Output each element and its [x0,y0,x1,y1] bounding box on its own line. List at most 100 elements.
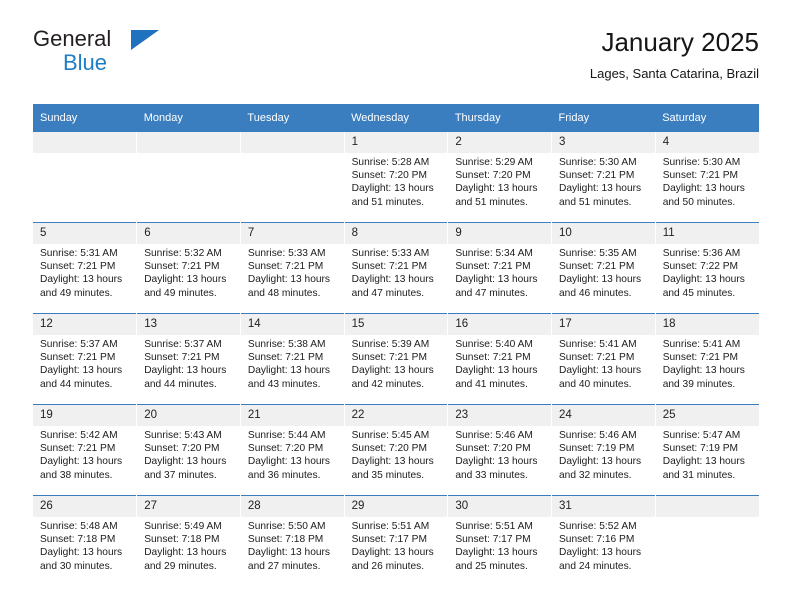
daylight-text-line1: Daylight: 13 hours [559,365,642,377]
sunset-text: Sunset: 7:21 PM [144,352,220,364]
daylight-text-line1: Daylight: 13 hours [40,365,123,377]
day-sun-info: Sunrise: 5:32 AM Sunset: 7:21 PM Daylight:… [137,244,240,300]
calendar-day-cell[interactable]: 31 Sunrise: 5:52 AM Sunset: 7:16 PM Dayligh… [551,495,656,586]
sunset-text: Sunset: 7:21 PM [40,261,116,273]
calendar-day-cell[interactable]: 2 Sunrise: 5:29 AM Sunset: 7:20 PM Daylight… [447,132,553,223]
day-number: 20 [137,405,240,426]
title-block: January 2025 Lages, Santa Catarina, Braz… [590,26,759,84]
day-sun-info: Sunrise: 5:50 AM Sunset: 7:18 PM Daylight:… [241,517,344,573]
calendar-day-cell[interactable]: 18 Sunrise: 5:41 AM Sunset: 7:21 PM Dayligh… [655,313,759,405]
daylight-text-line2: and 35 minutes. [351,469,425,481]
sunset-text: Sunset: 7:21 PM [40,443,116,455]
daylight-text-line2: and 43 minutes. [247,378,321,390]
sunset-text: Sunset: 7:21 PM [144,261,220,273]
daylight-text-line2: and 29 minutes. [144,560,217,572]
sunrise-text: Sunrise: 5:31 AM [40,248,118,259]
calendar-day-cell[interactable]: 13 Sunrise: 5:37 AM Sunset: 7:21 PM Dayligh… [136,313,241,405]
daylight-text-line1: Daylight: 13 hours [455,183,538,195]
calendar-day-cell[interactable]: 19 Sunrise: 5:42 AM Sunset: 7:21 PM Dayligh… [33,404,138,496]
calendar-day-cell-empty [136,132,241,223]
calendar-day-cell[interactable]: 24 Sunrise: 5:46 AM Sunset: 7:19 PM Dayligh… [551,404,656,496]
sunrise-text: Sunrise: 5:33 AM [351,248,430,259]
sunrise-text: Sunrise: 5:43 AM [144,430,222,441]
calendar-day-cell[interactable]: 9 Sunrise: 5:34 AM Sunset: 7:21 PM Daylight… [447,222,553,314]
calendar-day-cell[interactable]: 7 Sunrise: 5:33 AM Sunset: 7:21 PM Daylight… [240,222,345,314]
day-number: 12 [33,314,137,335]
calendar-day-cell[interactable]: 21 Sunrise: 5:44 AM Sunset: 7:20 PM Dayligh… [240,404,345,496]
calendar-day-cell[interactable]: 4 Sunrise: 5:30 AM Sunset: 7:21 PM Daylight… [655,132,759,223]
calendar-day-cell[interactable]: 6 Sunrise: 5:32 AM Sunset: 7:21 PM Daylight… [136,222,241,314]
calendar-week-row: 5 Sunrise: 5:31 AM Sunset: 7:21 PM Daylight… [33,222,759,314]
sunset-text: Sunset: 7:16 PM [559,534,635,546]
calendar-day-cell[interactable]: 22 Sunrise: 5:45 AM Sunset: 7:20 PM Dayligh… [344,404,449,496]
calendar-day-cell[interactable]: 26 Sunrise: 5:48 AM Sunset: 7:18 PM Dayligh… [33,495,138,586]
day-sun-info: Sunrise: 5:33 AM Sunset: 7:21 PM Daylight:… [345,244,448,300]
day-sun-info: Sunrise: 5:52 AM Sunset: 7:16 PM Daylight:… [552,517,655,573]
calendar-day-cell[interactable]: 28 Sunrise: 5:50 AM Sunset: 7:18 PM Dayligh… [240,495,345,586]
calendar-day-cell[interactable]: 17 Sunrise: 5:41 AM Sunset: 7:21 PM Dayligh… [551,313,656,405]
day-number: 19 [33,405,137,426]
sunset-text: Sunset: 7:20 PM [455,170,531,182]
day-number: 9 [448,223,552,244]
calendar-day-cell[interactable]: 29 Sunrise: 5:51 AM Sunset: 7:17 PM Dayligh… [344,495,449,586]
sunrise-text: Sunrise: 5:42 AM [40,430,118,441]
daylight-text-line1: Daylight: 13 hours [455,365,538,377]
sunset-text: Sunset: 7:21 PM [662,170,739,182]
daylight-text-line2: and 46 minutes. [559,287,632,299]
day-number: 5 [33,223,137,244]
sunrise-text: Sunrise: 5:44 AM [247,430,326,441]
calendar-day-cell[interactable]: 14 Sunrise: 5:38 AM Sunset: 7:21 PM Dayligh… [240,313,345,405]
sunset-text: Sunset: 7:20 PM [351,170,427,182]
day-sun-info: Sunrise: 5:48 AM Sunset: 7:18 PM Daylight:… [33,517,136,573]
day-sun-info: Sunrise: 5:41 AM Sunset: 7:21 PM Daylight:… [552,335,655,391]
calendar-day-cell[interactable]: 11 Sunrise: 5:36 AM Sunset: 7:22 PM Dayligh… [655,222,759,314]
generalblue-logo[interactable]: General Blue [33,26,273,82]
daylight-text-line2: and 47 minutes. [351,287,425,299]
daylight-text-line2: and 49 minutes. [144,287,217,299]
calendar-day-cell[interactable]: 30 Sunrise: 5:51 AM Sunset: 7:17 PM Dayligh… [447,495,553,586]
weekday-header-saturday: Saturday [655,104,759,132]
calendar-day-cell[interactable]: 10 Sunrise: 5:35 AM Sunset: 7:21 PM Dayligh… [551,222,656,314]
day-sun-info: Sunrise: 5:46 AM Sunset: 7:20 PM Daylight:… [448,426,551,482]
daylight-text-line1: Daylight: 13 hours [144,274,227,286]
calendar-day-cell[interactable]: 25 Sunrise: 5:47 AM Sunset: 7:19 PM Dayligh… [655,404,759,496]
day-number [240,132,344,153]
day-number: 27 [137,496,240,517]
day-sun-info: Sunrise: 5:44 AM Sunset: 7:20 PM Daylight:… [241,426,344,482]
day-number: 18 [655,314,759,335]
sunrise-text: Sunrise: 5:40 AM [455,339,533,350]
sunset-text: Sunset: 7:21 PM [247,352,324,364]
day-number: 11 [655,223,759,244]
calendar-day-cell[interactable]: 27 Sunrise: 5:49 AM Sunset: 7:18 PM Dayligh… [136,495,241,586]
day-sun-info: Sunrise: 5:45 AM Sunset: 7:20 PM Daylight:… [345,426,448,482]
day-number [33,132,137,153]
calendar-day-cell[interactable]: 23 Sunrise: 5:46 AM Sunset: 7:20 PM Dayligh… [447,404,553,496]
sunset-text: Sunset: 7:20 PM [247,443,324,455]
daylight-text-line2: and 48 minutes. [247,287,321,299]
daylight-text-line2: and 41 minutes. [455,378,528,390]
daylight-text-line1: Daylight: 13 hours [40,547,123,559]
sunset-text: Sunset: 7:19 PM [662,443,739,455]
day-number: 16 [448,314,552,335]
calendar-day-cell[interactable]: 1 Sunrise: 5:28 AM Sunset: 7:20 PM Daylight… [344,132,449,223]
day-sun-info: Sunrise: 5:47 AM Sunset: 7:19 PM Daylight:… [656,426,759,482]
calendar-day-cell[interactable]: 16 Sunrise: 5:40 AM Sunset: 7:21 PM Dayligh… [447,313,553,405]
calendar-day-cell[interactable]: 15 Sunrise: 5:39 AM Sunset: 7:21 PM Dayligh… [344,313,449,405]
calendar-day-cell[interactable]: 20 Sunrise: 5:43 AM Sunset: 7:20 PM Dayligh… [136,404,241,496]
sunset-text: Sunset: 7:20 PM [144,443,220,455]
logo-text-general: General [33,26,112,51]
sunrise-text: Sunrise: 5:34 AM [455,248,533,259]
day-sun-info: Sunrise: 5:35 AM Sunset: 7:21 PM Daylight:… [552,244,655,300]
day-number: 23 [448,405,552,426]
sunrise-text: Sunrise: 5:46 AM [559,430,637,441]
calendar-header-row: Sunday Monday Tuesday Wednesday Thursday… [33,104,759,132]
sunset-text: Sunset: 7:21 PM [351,261,427,273]
weekday-header-monday: Monday [136,104,241,132]
calendar-day-cell[interactable]: 3 Sunrise: 5:30 AM Sunset: 7:21 PM Daylight… [551,132,656,223]
calendar-day-cell[interactable]: 5 Sunrise: 5:31 AM Sunset: 7:21 PM Daylight… [33,222,138,314]
page-title: January 2025 [601,27,759,57]
calendar-day-cell[interactable]: 12 Sunrise: 5:37 AM Sunset: 7:21 PM Dayligh… [33,313,138,405]
daylight-text-line1: Daylight: 13 hours [40,274,123,286]
calendar-day-cell[interactable]: 8 Sunrise: 5:33 AM Sunset: 7:21 PM Daylight… [344,222,449,314]
daylight-text-line2: and 26 minutes. [351,560,425,572]
